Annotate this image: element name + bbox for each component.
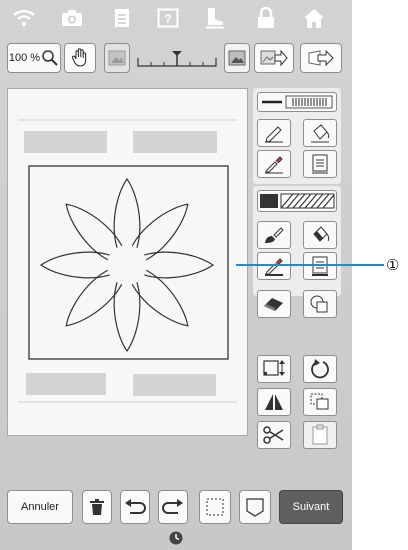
hand-icon (71, 48, 87, 67)
shape-stamp-icon (310, 295, 328, 313)
zoom-icon (42, 50, 58, 66)
duplicate-button[interactable] (303, 388, 337, 416)
background-button[interactable] (239, 490, 271, 524)
image-toggle-left[interactable] (104, 43, 130, 73)
zoom-button[interactable]: 100 % (7, 43, 61, 73)
undo-icon (125, 499, 146, 514)
help-icon[interactable]: ? (150, 4, 186, 32)
clock-icon[interactable] (169, 531, 183, 545)
eyedropper-icon (265, 156, 283, 174)
drawing-canvas[interactable] (7, 88, 248, 436)
scale-ruler[interactable] (136, 46, 218, 70)
paste-icon (312, 424, 328, 445)
fill-bucket-icon (311, 124, 330, 143)
duplicate-icon (310, 393, 329, 410)
select-icon (206, 498, 224, 516)
region-list-button[interactable] (303, 252, 337, 280)
wifi-icon[interactable] (6, 4, 42, 32)
document-icon[interactable] (104, 4, 140, 32)
camera-icon[interactable] (54, 4, 90, 32)
boot-icon[interactable] (196, 4, 232, 32)
line-list-button[interactable] (303, 150, 337, 178)
line-type-icon (262, 95, 333, 109)
import-icon (260, 49, 288, 67)
sewing-machine-screen: ? 100 % Annuler Suivant (0, 0, 352, 550)
resize-icon (263, 360, 285, 376)
trash-icon (90, 499, 104, 515)
line-eyedropper-button[interactable] (257, 150, 291, 178)
paint-bucket-button[interactable] (303, 221, 337, 249)
image-icon (228, 50, 246, 66)
eraser-icon (264, 298, 283, 311)
shape-stamp-button[interactable] (303, 290, 337, 318)
zoom-value: 100 % (8, 52, 41, 64)
rotate-button[interactable] (303, 355, 337, 383)
cut-button[interactable] (257, 421, 291, 449)
paste-button[interactable] (303, 421, 337, 449)
paint-bucket-icon (313, 226, 330, 242)
list-icon (312, 256, 328, 276)
line-type-button[interactable] (257, 92, 337, 112)
lock-icon[interactable] (248, 4, 284, 32)
redo-icon (162, 499, 183, 514)
stitch-pattern-button[interactable] (257, 190, 337, 212)
import-button[interactable] (254, 43, 294, 73)
export-icon (308, 49, 334, 67)
rotate-icon (311, 359, 329, 379)
brush-button[interactable] (257, 221, 291, 249)
svg-text:?: ? (164, 12, 171, 26)
select-area-button[interactable] (199, 490, 231, 524)
pen-button[interactable] (257, 119, 291, 147)
line-fill-button[interactable] (303, 119, 337, 147)
flip-button[interactable] (257, 388, 291, 416)
background-icon (246, 498, 264, 517)
image-icon (108, 50, 126, 66)
stitch-pattern-icon (260, 193, 335, 209)
callout-line (236, 264, 384, 266)
pan-button[interactable] (64, 43, 96, 73)
quilt-flower-drawing (18, 119, 237, 403)
next-button[interactable]: Suivant (279, 490, 343, 524)
cancel-button[interactable]: Annuler (7, 490, 73, 524)
callout-number: ① (386, 257, 400, 274)
pen-icon (265, 126, 283, 143)
top-bar: ? (0, 0, 352, 36)
resize-button[interactable] (257, 355, 291, 383)
scissors-icon (263, 426, 284, 444)
home-icon[interactable] (296, 4, 332, 32)
undo-button[interactable] (120, 490, 150, 524)
eraser-button[interactable] (257, 290, 291, 318)
export-button[interactable] (300, 43, 342, 73)
brush-icon (265, 227, 284, 243)
delete-button[interactable] (82, 490, 112, 524)
list-icon (312, 154, 328, 174)
flip-icon (265, 394, 283, 410)
image-toggle-right[interactable] (224, 43, 250, 73)
redo-button[interactable] (158, 490, 188, 524)
eyedropper-icon (265, 258, 283, 276)
region-eyedropper-button[interactable] (257, 252, 291, 280)
